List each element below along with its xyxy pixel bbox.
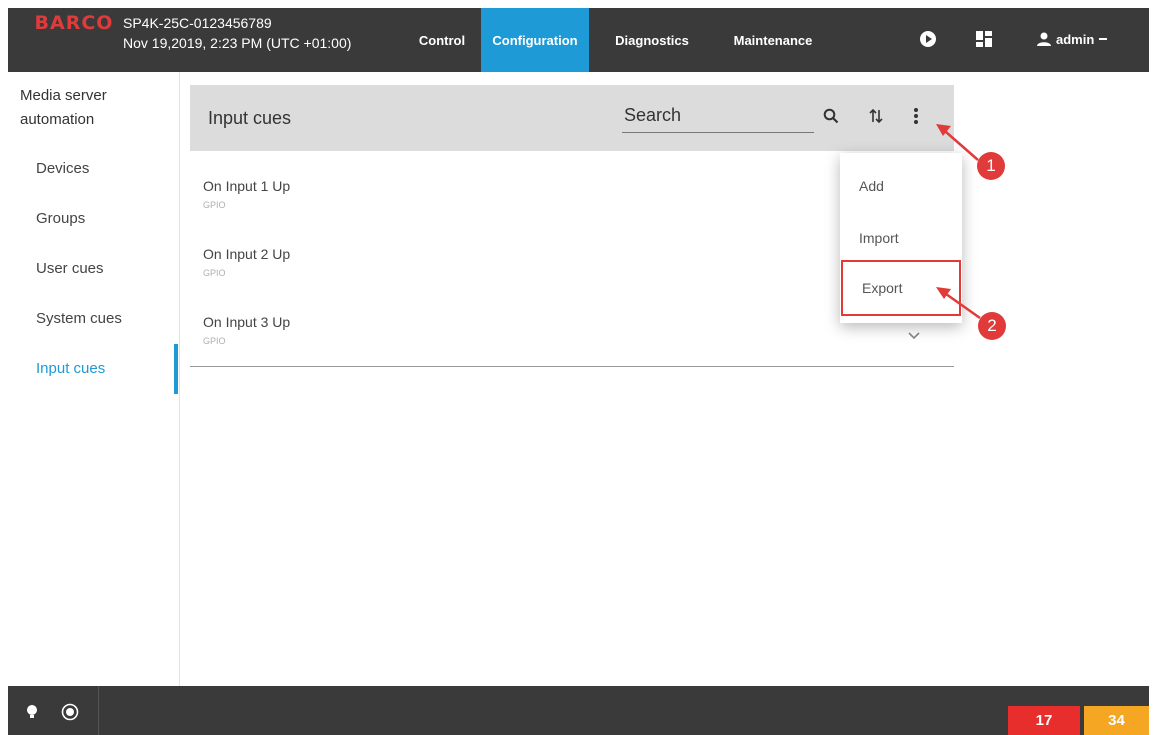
list-item[interactable]: On Input 3 Up GPIO	[190, 307, 820, 359]
sidebar: Media server automation Devices Groups U…	[8, 72, 180, 686]
sidebar-item-groups[interactable]: Groups	[36, 210, 85, 227]
page-title: Input cues	[208, 108, 292, 128]
cue-type: GPIO	[203, 336, 226, 346]
warning-count-badge[interactable]: 34	[1084, 706, 1149, 735]
dashboard-grid-icon[interactable]	[973, 28, 995, 50]
lightbulb-icon[interactable]	[22, 702, 42, 722]
sidebar-item-system-cues[interactable]: System cues	[36, 310, 122, 327]
divider	[98, 686, 99, 735]
device-time: Nov 19,2019, 2:23 PM (UTC +01:00)	[123, 35, 352, 51]
tab-control[interactable]: Control	[410, 8, 474, 72]
list-item[interactable]: On Input 1 Up GPIO	[190, 171, 820, 223]
user-name: admin	[1056, 31, 1095, 47]
barco-logo: BARCO	[28, 8, 120, 38]
caret-down-icon	[1099, 38, 1108, 40]
list-item[interactable]: On Input 2 Up GPIO	[190, 239, 820, 291]
callout-badge-2: 2	[978, 312, 1006, 340]
sort-icon[interactable]	[865, 105, 887, 127]
status-bar: 17 34	[8, 686, 1149, 735]
cue-type: GPIO	[203, 200, 226, 210]
sidebar-item-user-cues[interactable]: User cues	[36, 260, 104, 277]
search-icon[interactable]	[820, 105, 842, 127]
more-options-menu: Add Import Export	[840, 153, 962, 323]
callout-badge-1: 1	[977, 152, 1005, 180]
sidebar-title: Media server automation	[20, 87, 107, 128]
chevron-down-icon[interactable]	[906, 329, 922, 341]
cue-name: On Input 1 Up	[203, 178, 291, 194]
logo-text: BARCO	[34, 12, 114, 34]
user-menu[interactable]: admin	[1036, 28, 1108, 50]
cue-type: GPIO	[203, 268, 226, 278]
play-circle-icon[interactable]	[917, 28, 939, 50]
more-vert-icon[interactable]	[905, 105, 927, 127]
sidebar-item-input-cues[interactable]: Input cues	[36, 360, 105, 377]
menu-item-import[interactable]: Import	[840, 216, 962, 260]
tab-configuration[interactable]: Configuration	[481, 8, 589, 72]
sidebar-item-devices[interactable]: Devices	[36, 160, 89, 177]
active-indicator	[174, 344, 178, 394]
menu-item-add[interactable]: Add	[840, 164, 962, 208]
top-bar: BARCO SP4K-25C-0123456789 Nov 19,2019, 2…	[8, 8, 1149, 72]
panel-header: Input cues	[190, 85, 954, 151]
device-id: SP4K-25C-0123456789	[123, 15, 272, 31]
radio-target-icon[interactable]	[60, 702, 80, 722]
error-count-badge[interactable]: 17	[1008, 706, 1080, 735]
tab-maintenance[interactable]: Maintenance	[720, 8, 826, 72]
cue-name: On Input 3 Up	[203, 314, 291, 330]
tab-diagnostics[interactable]: Diagnostics	[598, 8, 706, 72]
search-input[interactable]	[622, 99, 814, 133]
cue-name: On Input 2 Up	[203, 246, 291, 262]
menu-item-export[interactable]: Export	[841, 260, 961, 316]
user-icon	[1037, 32, 1051, 46]
